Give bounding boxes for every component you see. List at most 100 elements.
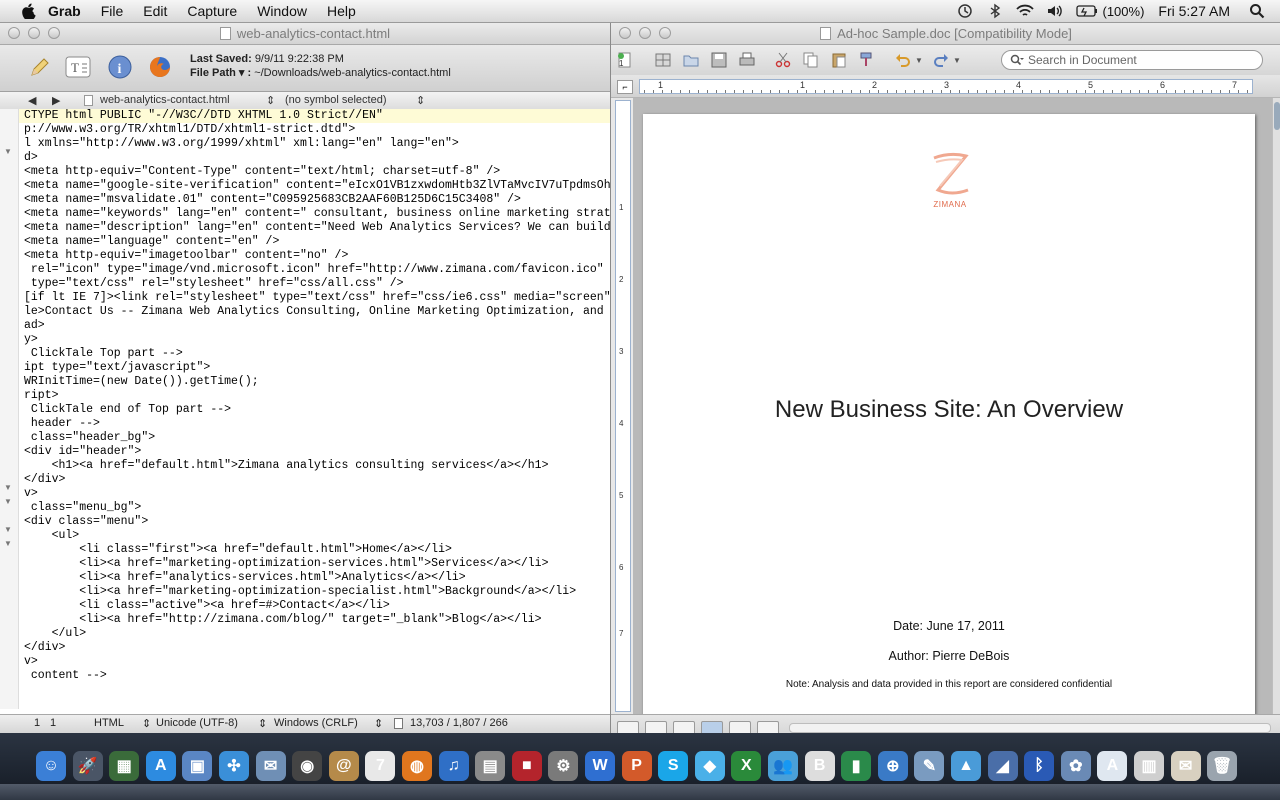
horizontal-scrollbar[interactable]	[789, 723, 1271, 733]
cut-icon[interactable]	[773, 51, 793, 69]
code-line[interactable]: <div id="header">	[24, 445, 610, 459]
search-icon[interactable]	[1010, 54, 1024, 66]
numbers-icon[interactable]: ▮	[841, 751, 872, 781]
downloads-icon[interactable]: ▥	[1134, 751, 1164, 781]
code-line[interactable]: <li class="active"><a href=#>Contact</a>…	[24, 599, 610, 613]
vertical-scrollbar[interactable]	[1272, 98, 1280, 715]
code-line[interactable]: v>	[24, 655, 610, 669]
fold-arrow-icon[interactable]: ▼	[4, 497, 12, 506]
menu-file[interactable]: File	[101, 3, 124, 19]
code-editor[interactable]: ▼ ▼ ▼ ▼ ▼ CTYPE html PUBLIC "-//W3C//DTD…	[0, 109, 610, 709]
volume-icon[interactable]	[1046, 3, 1064, 19]
code-line[interactable]: <meta name="language" content="en" />	[24, 235, 610, 249]
code-line[interactable]: </div>	[24, 641, 610, 655]
print-icon[interactable]	[737, 51, 757, 69]
code-line[interactable]: le>Contact Us -- Zimana Web Analytics Co…	[24, 305, 610, 319]
minimize-button[interactable]	[639, 27, 651, 39]
status-line-endings[interactable]: Windows (CRLF)	[274, 717, 358, 729]
format-painter-icon[interactable]	[857, 51, 877, 69]
code-line[interactable]: ad>	[24, 319, 610, 333]
wifi-icon[interactable]	[1016, 3, 1035, 19]
nav-back-icon[interactable]: ◀	[28, 94, 36, 107]
facetime-icon[interactable]: ◉	[292, 751, 323, 781]
status-encoding[interactable]: Unicode (UTF-8)	[156, 717, 238, 729]
system-preferences-icon[interactable]: ⚙	[548, 751, 579, 781]
grapher-icon[interactable]: ▲	[951, 751, 981, 781]
firefox-preview-icon[interactable]	[146, 53, 174, 81]
code-line[interactable]: WRInitTime=(new Date()).getTime();	[24, 375, 610, 389]
code-line[interactable]: [if lt IE 7]><link rel="stylesheet" type…	[24, 291, 610, 305]
code-line[interactable]: <div class="menu">	[24, 515, 610, 529]
menu-window[interactable]: Window	[257, 3, 307, 19]
code-line[interactable]: class="menu_bg">	[24, 501, 610, 515]
ical-icon[interactable]: 7	[365, 751, 396, 781]
nav-symbol-menu[interactable]: (no symbol selected)	[285, 94, 387, 106]
file-path-label[interactable]: File Path ▾ :	[190, 67, 251, 79]
skype-icon[interactable]: S	[658, 751, 689, 781]
vertical-ruler[interactable]: 1 1 2 3 4 5 6 7	[615, 59, 631, 712]
menu-app-name[interactable]: Grab	[48, 3, 81, 19]
address-book-icon[interactable]: @	[328, 751, 359, 781]
stack-icon[interactable]: ✉	[1170, 751, 1201, 781]
chevron-updown-icon[interactable]: ⇕	[258, 717, 267, 730]
code-line[interactable]: ClickTale end of Top part -->	[24, 403, 610, 417]
zoom-button[interactable]	[659, 27, 671, 39]
word-icon[interactable]: W	[585, 751, 615, 781]
code-line[interactable]: content -->	[24, 669, 610, 683]
menu-capture[interactable]: Capture	[187, 3, 237, 19]
code-line[interactable]: <meta http-equiv="Content-Type" content=…	[24, 165, 610, 179]
zoom-button[interactable]	[48, 27, 60, 39]
status-language[interactable]: HTML	[94, 717, 124, 729]
network-icon[interactable]: ⊕	[877, 751, 908, 781]
new-document-icon[interactable]	[615, 51, 635, 69]
scroll-thumb[interactable]	[1274, 102, 1280, 130]
preview-icon[interactable]: ▣	[182, 751, 213, 781]
chevron-updown-icon[interactable]: ⇕	[416, 94, 425, 107]
fold-arrow-icon[interactable]: ▼	[4, 147, 12, 156]
code-line[interactable]: <ul>	[24, 529, 610, 543]
undo-dropdown-icon[interactable]: ▼	[909, 51, 929, 69]
code-text[interactable]: CTYPE html PUBLIC "-//W3C//DTD XHTML 1.0…	[24, 109, 610, 683]
code-line[interactable]: header -->	[24, 417, 610, 431]
powerpoint-icon[interactable]: P	[621, 751, 652, 781]
fold-arrow-icon[interactable]: ▼	[4, 525, 12, 534]
code-line[interactable]: v>	[24, 487, 610, 501]
app-store-icon[interactable]: A	[145, 751, 176, 781]
itunes-icon[interactable]: ♫	[438, 751, 469, 781]
sandboxie-icon[interactable]: ✎	[914, 751, 945, 781]
safari-icon[interactable]: ✣	[219, 751, 249, 781]
code-line[interactable]: CTYPE html PUBLIC "-//W3C//DTD XHTML 1.0…	[24, 109, 610, 123]
chevron-updown-icon[interactable]: ⇕	[374, 717, 383, 730]
open-folder-icon[interactable]	[681, 51, 701, 69]
code-line[interactable]: <meta name="msvalidate.01" content="C095…	[24, 193, 610, 207]
text-options-icon[interactable]: T	[64, 53, 92, 81]
bluetooth-icon[interactable]: ᛒ	[1024, 751, 1055, 781]
spotlight-icon[interactable]	[1248, 3, 1266, 19]
menu-clock[interactable]: Fri 5:27 AM	[1158, 3, 1230, 19]
code-line[interactable]: ript>	[24, 389, 610, 403]
documents-icon[interactable]: A	[1097, 751, 1128, 781]
status-col[interactable]: 1	[50, 717, 56, 729]
messenger-icon[interactable]: 👥	[768, 751, 798, 781]
code-line[interactable]: d>	[24, 151, 610, 165]
launchpad-icon[interactable]: 🚀	[72, 751, 103, 781]
close-button[interactable]	[8, 27, 20, 39]
minimize-button[interactable]	[28, 27, 40, 39]
close-button[interactable]	[619, 27, 631, 39]
crystal-icon[interactable]: ◆	[694, 751, 725, 781]
code-line[interactable]: <li><a href="analytics-services.html">An…	[24, 571, 610, 585]
tab-stop-icon[interactable]: ⌐	[617, 80, 633, 94]
code-line[interactable]: <li><a href="marketing-optimization-spec…	[24, 585, 610, 599]
chevron-updown-icon[interactable]: ⇕	[142, 717, 151, 730]
xcode-icon[interactable]: ◢	[987, 751, 1018, 781]
fold-arrow-icon[interactable]: ▼	[4, 483, 12, 492]
word-titlebar[interactable]: Ad-hoc Sample.doc [Compatibility Mode]	[611, 22, 1280, 45]
code-line[interactable]: </div>	[24, 473, 610, 487]
info-icon[interactable]: i	[106, 53, 134, 81]
status-line[interactable]: 1	[34, 717, 40, 729]
nav-file-menu[interactable]: web-analytics-contact.html	[100, 94, 230, 106]
copy-icon[interactable]	[801, 51, 821, 69]
time-machine-icon[interactable]	[956, 3, 974, 19]
save-icon[interactable]	[709, 51, 729, 69]
battery-icon[interactable]	[1076, 3, 1098, 19]
